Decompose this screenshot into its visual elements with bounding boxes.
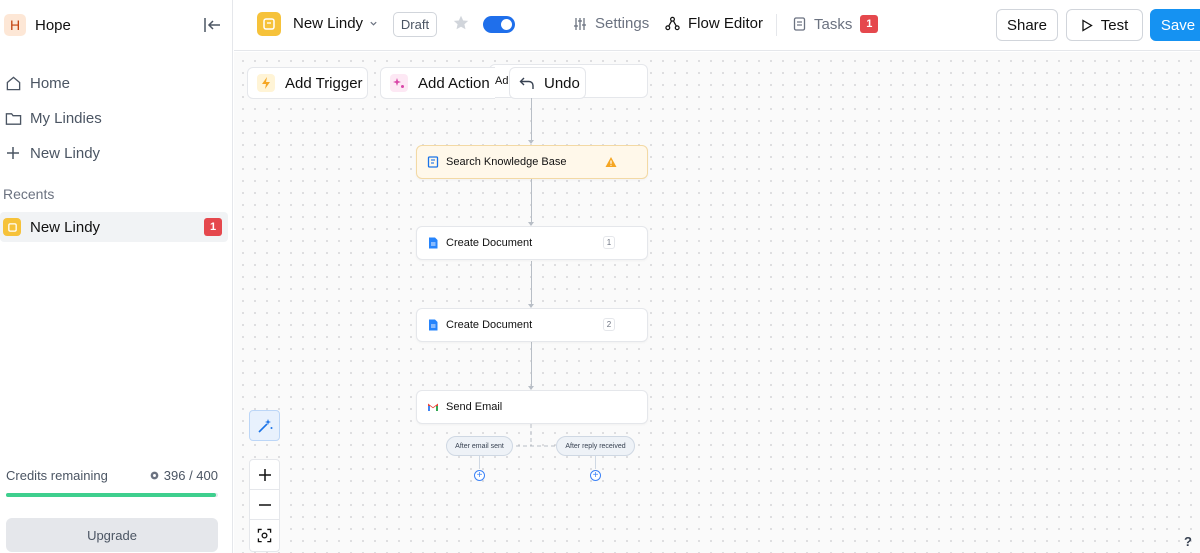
add-step-after-reply-received[interactable]: + — [590, 470, 601, 481]
lightning-icon — [257, 74, 275, 92]
credits-progress-fill — [6, 493, 216, 497]
chevron-down-icon — [370, 21, 377, 26]
connector-line — [595, 456, 596, 469]
sparkle-icon — [390, 74, 408, 92]
tab-tasks[interactable]: Tasks 1 — [793, 15, 879, 33]
node-label: Send Email — [446, 401, 503, 413]
credits-row: Credits remaining 396 / 400 — [6, 468, 218, 483]
undo-icon — [519, 77, 534, 89]
workspace-name: Hope — [35, 16, 71, 34]
document-icon — [793, 17, 806, 31]
google-docs-icon — [429, 237, 438, 249]
knowledge-base-icon — [427, 156, 439, 168]
magic-wand-button[interactable] — [249, 410, 280, 441]
recent-item-new-lindy[interactable]: New Lindy 1 — [0, 212, 228, 242]
lindy-name: New Lindy — [293, 15, 364, 32]
node-search-knowledge-base[interactable]: Search Knowledge Base — [416, 145, 648, 179]
lindy-name-dropdown[interactable]: New Lindy — [293, 15, 378, 32]
share-button[interactable]: Share — [996, 9, 1058, 41]
gear-icon — [150, 471, 159, 480]
add-action-label: Add Action — [418, 74, 490, 92]
tab-label: Tasks — [814, 15, 853, 33]
add-action-button[interactable]: Add Action — [380, 67, 495, 99]
lindy-icon — [3, 218, 21, 236]
recent-item-badge: 1 — [204, 218, 222, 236]
node-number-badge: 2 — [603, 318, 615, 331]
play-icon — [1082, 18, 1093, 32]
node-label: Search Knowledge Base — [446, 156, 567, 168]
sidebar-item-label: My Lindies — [30, 109, 102, 127]
zoom-in-button[interactable] — [249, 459, 280, 490]
sidebar-item-home[interactable]: Home — [4, 71, 70, 95]
top-bar: New Lindy Draft Settings Flow Editor Tas… — [234, 0, 1200, 51]
fit-view-icon — [257, 528, 272, 543]
node-send-email[interactable]: Send Email — [416, 390, 648, 424]
zoom-in-icon — [258, 468, 271, 481]
credits-value: 396 / 400 — [163, 468, 218, 483]
warning-icon — [605, 157, 617, 167]
connector-line — [531, 98, 532, 143]
app: H Hope Home My Lindies New Lindy Recents… — [0, 0, 1200, 553]
google-docs-icon — [429, 319, 438, 331]
help-button[interactable]: ? — [1184, 534, 1192, 549]
zoom-out-icon — [258, 503, 271, 506]
recent-item-label: New Lindy — [30, 218, 101, 236]
connector-line — [531, 342, 532, 389]
tab-label: Settings — [595, 15, 650, 32]
workspace-avatar: H — [4, 14, 26, 36]
add-step-after-email-sent[interactable]: + — [474, 470, 485, 481]
connector-line — [531, 261, 532, 307]
node-label: Create Document — [446, 237, 533, 249]
credits-label: Credits remaining — [6, 468, 108, 483]
node-number-badge: 1 — [603, 236, 615, 249]
status-badge: Draft — [393, 12, 437, 37]
sidebar: H Hope Home My Lindies New Lindy Recents… — [0, 0, 233, 553]
gmail-icon — [428, 403, 438, 411]
undo-label: Undo — [544, 74, 580, 92]
home-icon — [4, 74, 22, 92]
save-button[interactable]: Save — [1150, 9, 1200, 41]
zoom-out-button[interactable] — [249, 489, 280, 520]
add-trigger-label: Add Trigger — [285, 74, 363, 92]
flow-canvas[interactable]: Ad Add Trigger Add Action Undo Search Kn… — [234, 52, 1200, 553]
workspace-switcher[interactable]: H Hope — [4, 12, 228, 38]
tab-label: Flow Editor — [688, 15, 764, 32]
sidebar-item-label: Home — [30, 74, 71, 92]
branch-after-email-sent[interactable]: After email sent — [446, 436, 513, 456]
sliders-icon — [574, 17, 586, 30]
recents-heading: Recents — [3, 186, 55, 202]
folder-icon — [4, 109, 22, 127]
sidebar-item-label: New Lindy — [30, 144, 101, 162]
connector-line — [531, 179, 532, 225]
flow-icon — [665, 16, 680, 31]
test-button[interactable]: Test — [1066, 9, 1143, 41]
tasks-badge: 1 — [860, 15, 879, 33]
add-trigger-button[interactable]: Add Trigger — [247, 67, 368, 99]
plus-icon — [4, 144, 22, 162]
connector-line — [479, 456, 480, 469]
node-create-document-2[interactable]: Create Document 2 — [416, 308, 648, 342]
tab-flow-editor[interactable]: Flow Editor — [665, 15, 763, 32]
divider — [776, 14, 777, 36]
undo-button[interactable]: Undo — [509, 67, 586, 99]
tab-settings[interactable]: Settings — [573, 15, 649, 32]
star-icon[interactable] — [452, 14, 470, 32]
node-create-document-1[interactable]: Create Document 1 — [416, 226, 648, 260]
lindy-icon — [257, 12, 281, 36]
active-toggle[interactable] — [483, 16, 515, 33]
upgrade-button[interactable]: Upgrade — [6, 518, 218, 552]
credits-progress-bar — [6, 493, 218, 497]
node-label: Create Document — [446, 319, 533, 331]
branch-after-reply-received[interactable]: After reply received — [556, 436, 635, 456]
connector-arrow — [528, 140, 534, 144]
magic-wand-icon — [257, 418, 272, 433]
sidebar-item-my-lindies[interactable]: My Lindies — [4, 106, 102, 130]
test-label: Test — [1100, 16, 1129, 34]
hidden-fragment: Ad — [495, 75, 509, 87]
sidebar-item-new-lindy[interactable]: New Lindy — [4, 141, 100, 165]
collapse-sidebar-icon[interactable] — [202, 15, 222, 35]
fit-view-button[interactable] — [249, 519, 280, 552]
